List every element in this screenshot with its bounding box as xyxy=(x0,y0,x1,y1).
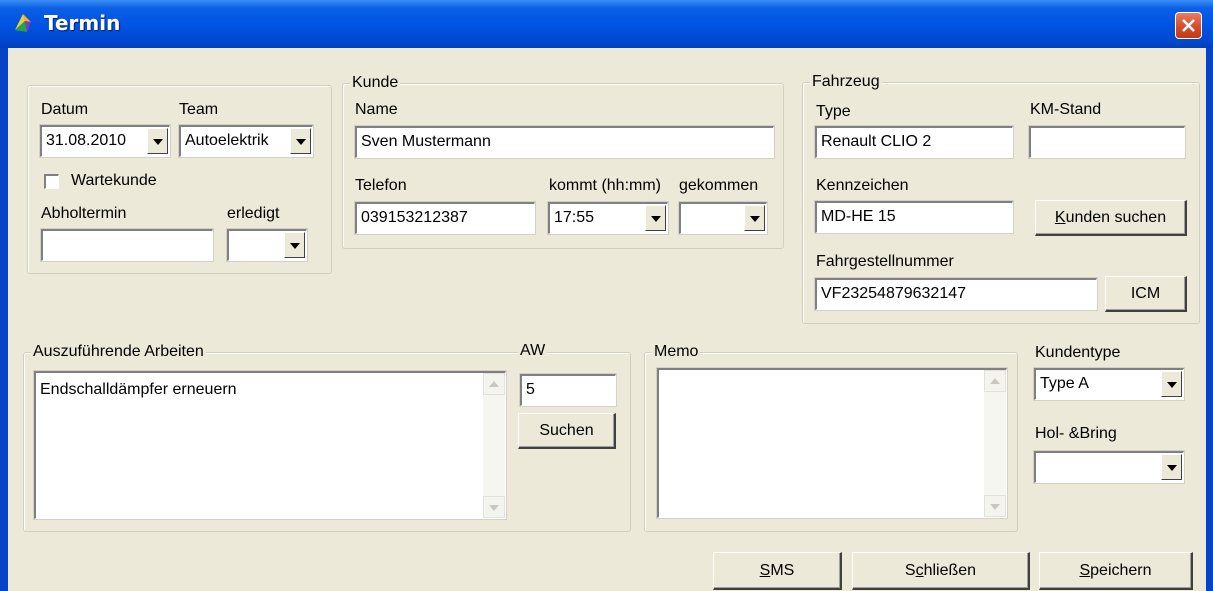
close-icon xyxy=(1182,19,1195,32)
holbring-label: Hol- &Bring xyxy=(1035,425,1117,442)
kunden-suchen-mnemonic: K xyxy=(1054,209,1066,226)
chevron-down-icon[interactable] xyxy=(1161,454,1182,480)
fahrgestellnummer-value: VF23254879632147 xyxy=(821,285,967,302)
km-stand-field[interactable] xyxy=(1028,125,1186,159)
schliessen-mnemonic: c xyxy=(915,562,924,579)
arbeiten-scrollbar[interactable] xyxy=(483,373,505,518)
telefon-value: 039153212387 xyxy=(361,209,468,226)
chevron-down-icon[interactable] xyxy=(744,205,765,231)
suchen-label: Suchen xyxy=(539,422,594,439)
gekommen-label: gekommen xyxy=(679,177,759,194)
speichern-button[interactable]: Speichern xyxy=(1039,552,1193,590)
type-field[interactable]: Renault CLIO 2 xyxy=(814,125,1014,159)
scroll-down-icon[interactable] xyxy=(984,495,1006,517)
scroll-up-icon[interactable] xyxy=(984,370,1006,392)
telefon-field[interactable]: 039153212387 xyxy=(354,201,536,235)
kennzeichen-value: MD-HE 15 xyxy=(821,208,896,225)
wartekunde-checkbox[interactable] xyxy=(44,174,59,189)
kundentype-value: Type A xyxy=(1040,375,1089,392)
telefon-label: Telefon xyxy=(355,177,407,194)
chevron-down-icon[interactable] xyxy=(290,128,311,154)
chevron-down-icon[interactable] xyxy=(1161,371,1182,397)
memo-legend: Memo xyxy=(652,343,701,361)
aw-value: 5 xyxy=(526,381,535,398)
kennzeichen-label: Kennzeichen xyxy=(816,177,909,194)
erledigt-dropdown[interactable] xyxy=(226,228,308,262)
kennzeichen-field[interactable]: MD-HE 15 xyxy=(814,200,1014,234)
kommt-value: 17:55 xyxy=(554,209,595,226)
arbeiten-textarea[interactable]: Endschalldämpfer erneuern xyxy=(33,370,507,520)
fahrzeug-legend: Fahrzeug xyxy=(810,73,882,91)
scroll-down-icon[interactable] xyxy=(483,496,505,518)
arbeiten-legend: Auszuführende Arbeiten xyxy=(31,343,206,361)
arbeiten-text: Endschalldämpfer erneuern xyxy=(40,381,237,398)
fahrgestellnummer-label: Fahrgestellnummer xyxy=(816,253,954,270)
kommt-dropdown[interactable]: 17:55 xyxy=(547,201,669,235)
type-value: Renault CLIO 2 xyxy=(821,133,932,150)
app-icon xyxy=(12,12,34,34)
schliessen-label-end: hließen xyxy=(923,562,977,579)
memo-textarea[interactable] xyxy=(656,367,1008,519)
kunden-suchen-button[interactable]: Kunden suchen xyxy=(1035,200,1187,236)
team-dropdown[interactable]: Autoelektrik xyxy=(178,124,314,158)
sms-mnemonic: S xyxy=(759,562,771,579)
fahrgestellnummer-field[interactable]: VF23254879632147 xyxy=(814,277,1098,311)
name-value: Sven Mustermann xyxy=(361,133,491,150)
name-label: Name xyxy=(355,101,398,118)
erledigt-label: erledigt xyxy=(227,205,280,222)
abholtermin-label: Abholtermin xyxy=(41,205,127,222)
close-button[interactable] xyxy=(1175,12,1202,39)
datum-dropdown[interactable]: 31.08.2010 xyxy=(39,124,171,158)
team-label: Team xyxy=(179,101,219,118)
schliessen-button[interactable]: Schließen xyxy=(852,552,1030,590)
window-border-right xyxy=(1206,48,1213,591)
gekommen-dropdown[interactable] xyxy=(678,201,768,235)
title-bar[interactable]: Termin xyxy=(0,0,1213,48)
speichern-mnemonic: S xyxy=(1079,562,1091,579)
kunde-legend: Kunde xyxy=(350,74,401,92)
scroll-up-icon[interactable] xyxy=(483,373,505,395)
memo-scrollbar[interactable] xyxy=(984,370,1006,517)
aw-label: AW xyxy=(518,342,548,360)
schliessen-label-start: S xyxy=(904,562,916,579)
dialog-window: Termin Datum Team 31.08.2010 Autoelektri… xyxy=(0,0,1213,591)
abholtermin-field[interactable] xyxy=(40,228,214,262)
sms-label: MS xyxy=(770,562,795,579)
wartekunde-label: Wartekunde xyxy=(71,172,157,189)
speichern-label: peichern xyxy=(1090,562,1152,579)
datum-label: Datum xyxy=(41,101,89,118)
name-field[interactable]: Sven Mustermann xyxy=(354,125,775,159)
kundentype-dropdown[interactable]: Type A xyxy=(1033,367,1185,401)
suchen-button[interactable]: Suchen xyxy=(518,413,616,449)
window-border-left xyxy=(0,48,8,591)
window-title: Termin xyxy=(44,11,121,35)
kundentype-label: Kundentype xyxy=(1035,344,1121,361)
team-value: Autoelektrik xyxy=(185,132,269,149)
chevron-down-icon[interactable] xyxy=(645,205,666,231)
kunden-suchen-label: unden suchen xyxy=(1065,209,1167,226)
icm-label: ICM xyxy=(1130,285,1161,302)
type-label: Type xyxy=(816,103,851,120)
sms-button[interactable]: SMS xyxy=(713,552,842,590)
km-stand-label: KM-Stand xyxy=(1030,101,1102,118)
aw-field[interactable]: 5 xyxy=(519,373,617,407)
datum-value: 31.08.2010 xyxy=(46,132,127,149)
chevron-down-icon[interactable] xyxy=(147,128,168,154)
kommt-label: kommt (hh:mm) xyxy=(549,177,661,194)
chevron-down-icon[interactable] xyxy=(284,232,305,258)
holbring-dropdown[interactable] xyxy=(1033,450,1185,484)
icm-button[interactable]: ICM xyxy=(1105,276,1187,312)
